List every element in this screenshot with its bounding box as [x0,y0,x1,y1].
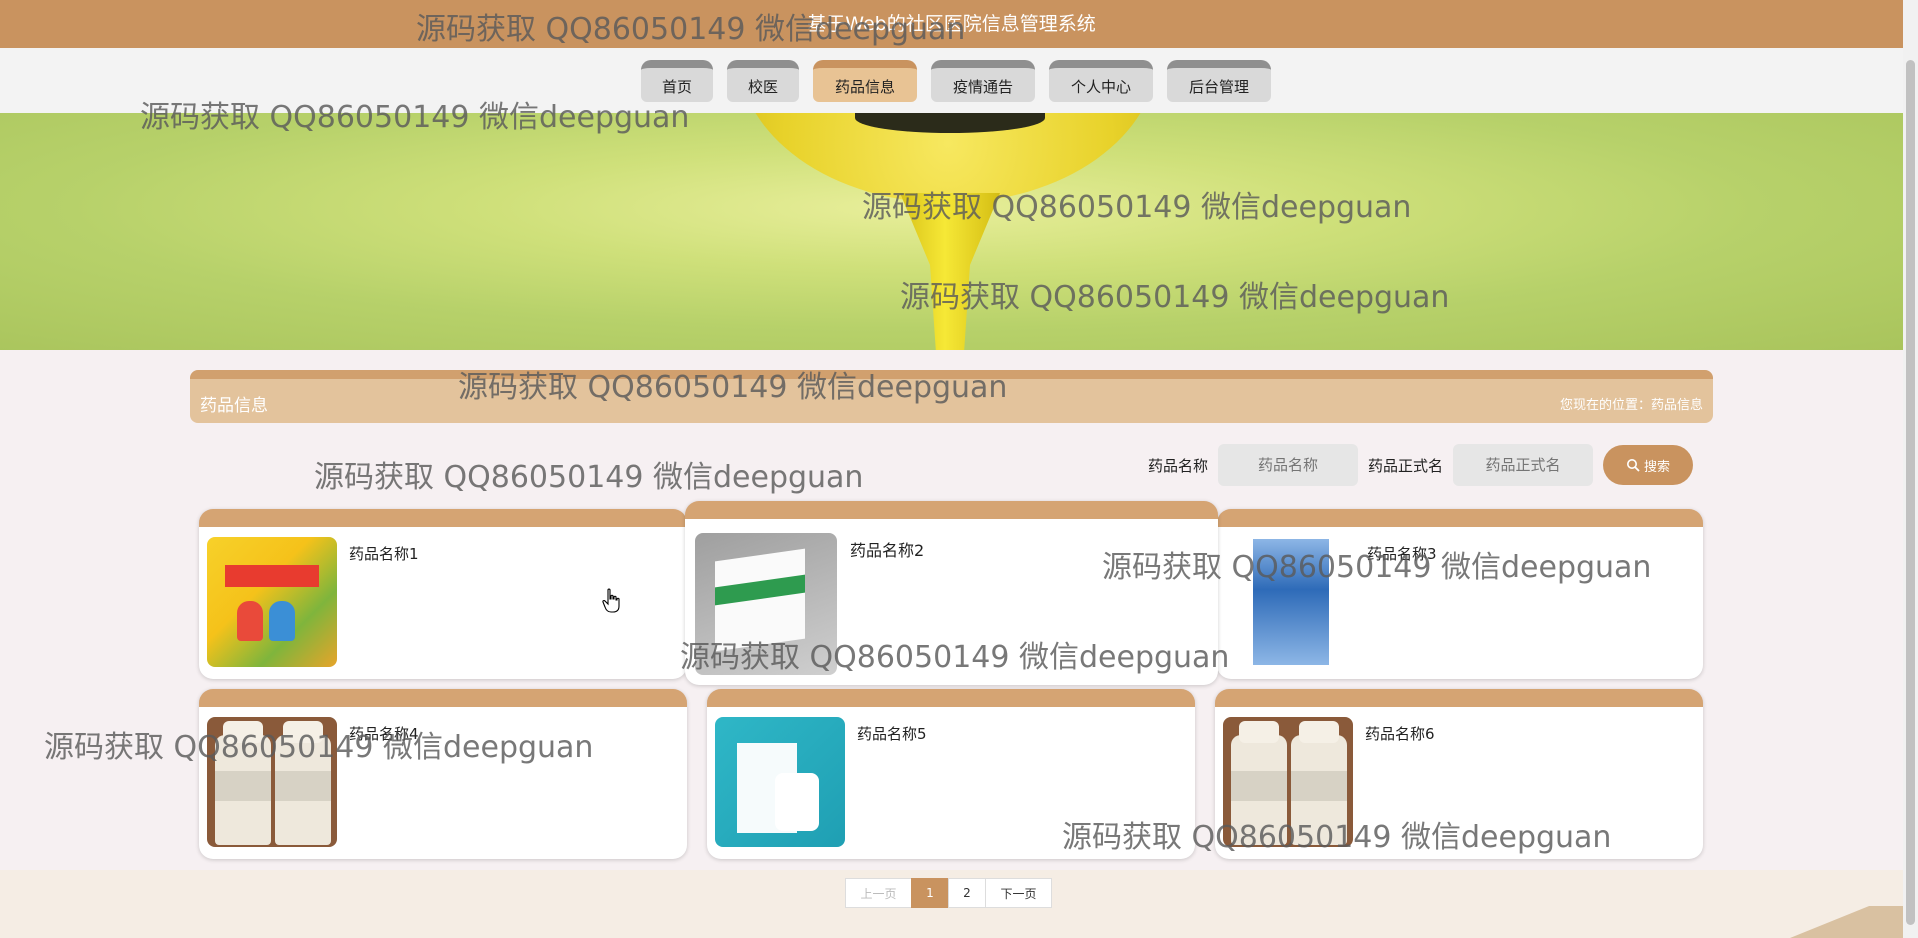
section-title: 药品信息 [200,396,268,416]
search-bar: 药品名称 药品正式名 搜索 [1148,444,1694,486]
page-1-button[interactable]: 1 [911,878,949,908]
product-image-3[interactable] [1225,537,1355,667]
package-figure [269,601,295,641]
product-name-4[interactable]: 药品名称4 [349,723,419,744]
nav-epidemic-notice[interactable]: 疫情通告 [931,60,1035,102]
product-card-2[interactable]: 药品名称2 [685,501,1218,685]
nav-personal-center[interactable]: 个人中心 [1049,60,1153,102]
search-button-label: 搜索 [1644,459,1671,475]
search-icon [1627,459,1640,472]
page-scrollbar[interactable] [1903,0,1918,938]
nav-doctor[interactable]: 校医 [727,60,799,102]
nav-admin[interactable]: 后台管理 [1167,60,1271,102]
name-search-input[interactable] [1218,444,1359,486]
bottle-cap [223,721,263,743]
product-image-1[interactable] [207,537,337,667]
product-card-4[interactable]: 药品名称4 [199,689,687,859]
bottle-label [1231,771,1287,801]
formal-name-search-input[interactable] [1453,444,1594,486]
medicine-jar [775,773,819,831]
app-title: 基于Web的社区医院信息管理系统 [807,13,1096,35]
product-card-6[interactable]: 药品名称6 [1215,689,1703,859]
package-box [1253,539,1329,665]
product-name-6[interactable]: 药品名称6 [1365,723,1435,744]
nav-medicine[interactable]: 药品信息 [813,60,917,102]
product-image-2[interactable] [695,533,837,675]
formal-name-search-label: 药品正式名 [1368,456,1444,475]
section-title-bar: 药品信息 您现在的位置：药品信息 [190,370,1713,423]
product-card-3[interactable]: 药品名称3 [1217,509,1703,679]
package-figure [237,601,263,641]
bottle-cap [1239,721,1279,743]
product-image-6[interactable] [1223,717,1353,847]
pagination: 上一页 1 2 下一页 [845,878,1052,908]
product-card-5[interactable]: 药品名称5 [707,689,1195,859]
product-image-4[interactable] [207,717,337,847]
hero-banner [0,113,1903,350]
scrollbar-thumb[interactable] [1906,60,1915,925]
product-image-5[interactable] [715,717,845,847]
bottle-cap [283,721,323,743]
breadcrumb: 您现在的位置：药品信息 [1559,398,1703,413]
bottle-label [215,771,271,801]
prev-page-button[interactable]: 上一页 [845,878,912,908]
nav-home[interactable]: 首页 [641,60,713,102]
bottle-label [1291,771,1347,801]
product-name-1[interactable]: 药品名称1 [349,543,419,564]
product-name-5[interactable]: 药品名称5 [857,723,927,744]
bottle-cap [1299,721,1339,743]
package-label [225,565,319,587]
main-nav: 首页 校医 药品信息 疫情通告 个人中心 后台管理 [0,48,1903,113]
bottle-label [275,771,331,801]
product-name-2[interactable]: 药品名称2 [850,537,924,561]
hand-pointer-icon [602,588,620,613]
search-button[interactable]: 搜索 [1603,445,1694,485]
name-search-label: 药品名称 [1148,456,1209,475]
page-2-button[interactable]: 2 [948,878,986,908]
next-page-button[interactable]: 下一页 [985,878,1052,908]
golf-tee-image [900,193,1000,350]
product-name-3[interactable]: 药品名称3 [1367,543,1437,564]
site-header: 基于Web的社区医院信息管理系统 [0,0,1903,48]
